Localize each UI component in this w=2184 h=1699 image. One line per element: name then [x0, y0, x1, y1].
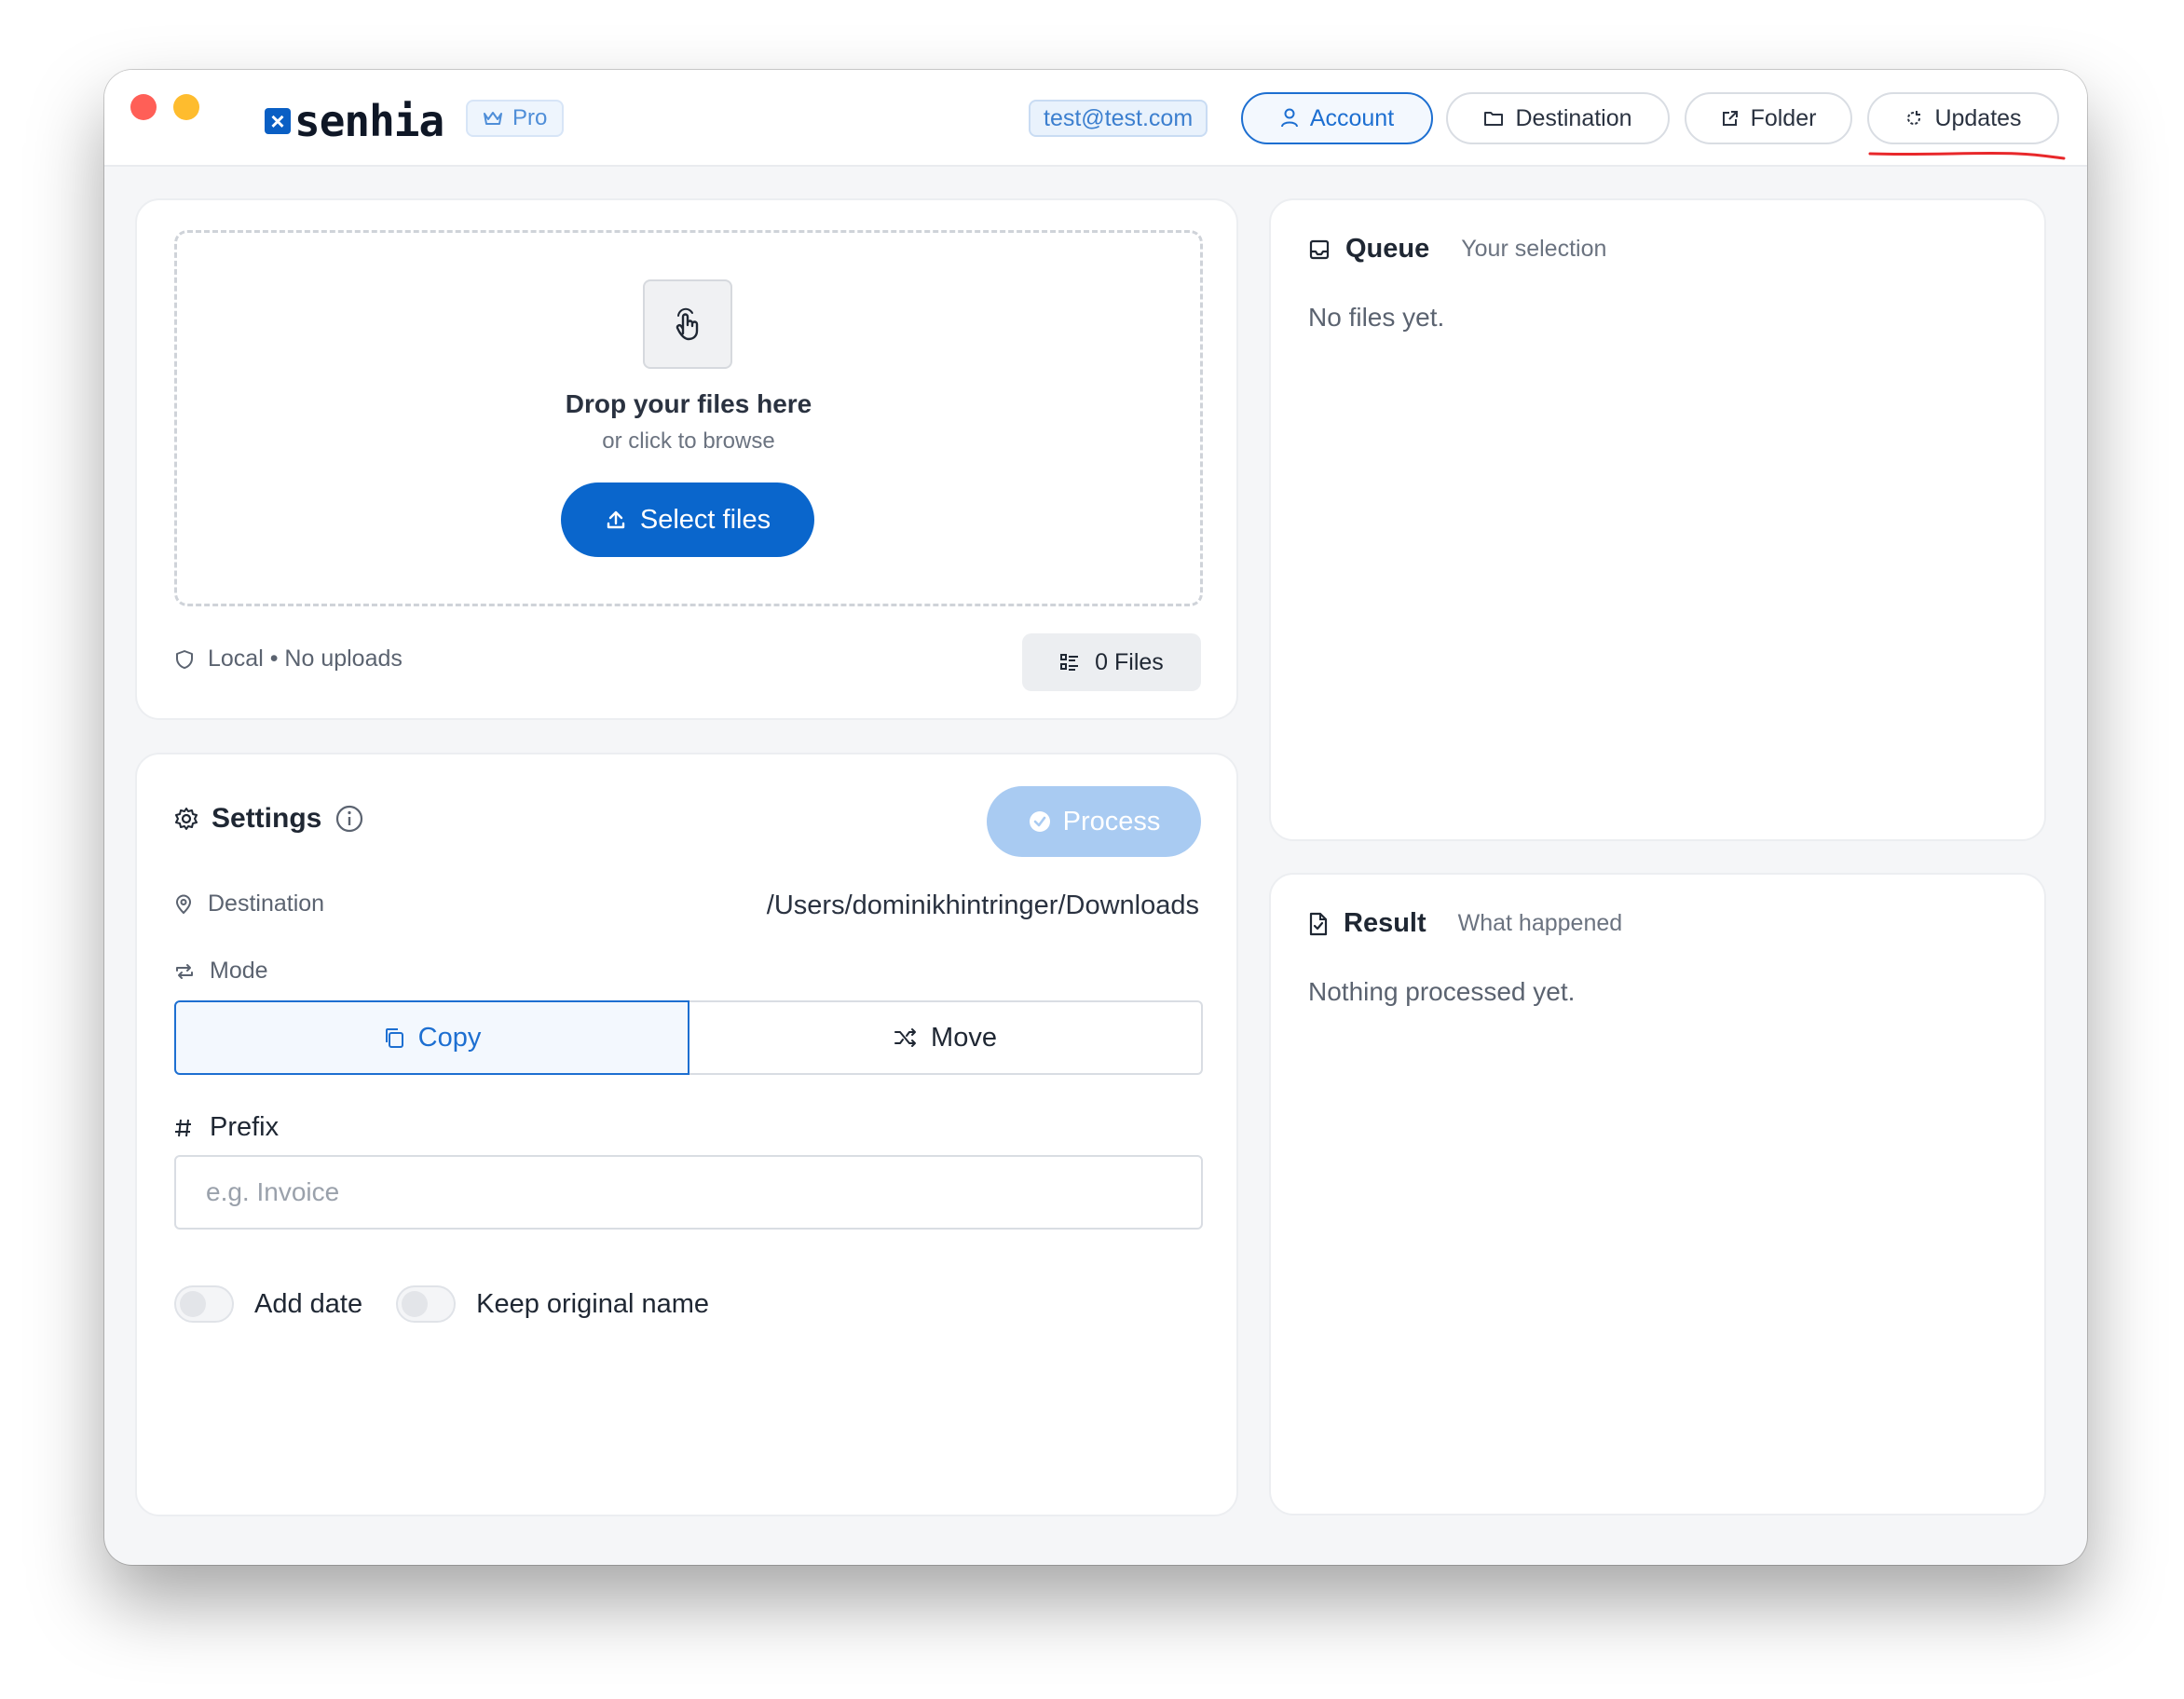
list-icon — [1059, 653, 1080, 672]
file-check-icon — [1308, 912, 1329, 936]
plan-badge: Pro — [466, 100, 565, 137]
external-link-icon — [1721, 109, 1740, 128]
keep-original-name-label: Keep original name — [476, 1288, 709, 1319]
mode-copy-label: Copy — [417, 1022, 482, 1053]
local-info-text: Local • No uploads — [208, 646, 403, 672]
check-circle-icon — [1028, 809, 1052, 834]
user-icon — [1280, 108, 1299, 129]
settings-header: Settings — [174, 803, 364, 835]
prefix-input[interactable] — [174, 1155, 1203, 1230]
shield-icon — [174, 649, 195, 670]
result-card: Result What happened Nothing processed y… — [1269, 873, 2046, 1516]
result-subtitle: What happened — [1457, 910, 1623, 936]
upload-card: Drop your files here or click to browse … — [135, 198, 1238, 720]
hand-pointer-icon — [643, 279, 732, 369]
info-icon[interactable] — [334, 804, 364, 834]
copy-icon — [383, 1026, 405, 1049]
prefix-label-text: Prefix — [210, 1112, 280, 1142]
select-files-label: Select files — [639, 504, 771, 535]
location-pin-icon — [174, 894, 193, 915]
queue-card: Queue Your selection No files yet. — [1269, 198, 2046, 841]
destination-button-label: Destination — [1515, 104, 1632, 131]
refresh-icon — [1904, 109, 1923, 128]
result-title: Result — [1344, 908, 1426, 938]
title-bar: × senhia Pro test@test.com Account Desti… — [104, 70, 2087, 167]
annotation-underline — [1868, 151, 2066, 160]
drop-title: Drop your files here — [565, 389, 812, 418]
prefix-label: Prefix — [174, 1112, 279, 1143]
file-drop-zone[interactable]: Drop your files here or click to browse … — [174, 230, 1203, 606]
open-folder-button[interactable]: Folder — [1685, 92, 1852, 144]
queue-header: Queue Your selection — [1308, 234, 1606, 265]
process-button[interactable]: Process — [987, 786, 1201, 857]
keep-original-name-toggle[interactable] — [396, 1285, 457, 1323]
folder-icon — [1483, 110, 1504, 127]
crown-icon — [483, 110, 503, 127]
mode-label: Mode — [210, 958, 268, 984]
files-count-button[interactable]: 0 Files — [1022, 633, 1201, 691]
settings-title: Settings — [212, 803, 322, 834]
app-window: × senhia Pro test@test.com Account Desti… — [104, 70, 2087, 1565]
process-button-label: Process — [1062, 806, 1161, 836]
minimize-window-button[interactable] — [173, 94, 199, 120]
toggle-knob — [180, 1291, 206, 1317]
destination-row-label: Destination — [174, 890, 324, 917]
files-count-label: 0 Files — [1095, 648, 1164, 675]
option-toggles: Add date Keep original name — [174, 1285, 722, 1323]
queue-subtitle: Your selection — [1461, 236, 1607, 262]
select-files-button[interactable]: Select files — [561, 483, 814, 557]
account-button[interactable]: Account — [1241, 92, 1433, 144]
plan-badge-label: Pro — [512, 105, 548, 130]
destination-label: Destination — [208, 890, 325, 917]
shuffle-icon — [894, 1027, 918, 1048]
add-date-label: Add date — [254, 1288, 363, 1319]
mode-move-label: Move — [931, 1022, 997, 1053]
repeat-icon — [174, 962, 195, 981]
settings-card: Settings Process Destination /Users/domi… — [135, 753, 1238, 1516]
user-email-badge: test@test.com — [1029, 100, 1208, 137]
local-info: Local • No uploads — [174, 646, 403, 673]
mode-copy-button[interactable]: Copy — [174, 1000, 689, 1075]
toggle-knob — [402, 1291, 429, 1317]
folder-button-label: Folder — [1750, 104, 1817, 131]
mode-row-label: Mode — [174, 958, 268, 985]
hash-icon — [174, 1118, 193, 1138]
destination-button[interactable]: Destination — [1446, 92, 1670, 144]
add-date-toggle[interactable] — [174, 1285, 234, 1323]
result-header: Result What happened — [1308, 908, 1622, 939]
gear-icon — [174, 807, 198, 831]
mode-move-button[interactable]: Move — [689, 1000, 1203, 1075]
result-empty-text: Nothing processed yet. — [1308, 977, 1576, 1006]
queue-title: Queue — [1345, 234, 1430, 264]
app-logo: × senhia — [265, 98, 444, 144]
updates-button-label: Updates — [1934, 104, 2022, 131]
inbox-icon — [1308, 238, 1331, 261]
account-button-label: Account — [1309, 104, 1395, 131]
updates-button[interactable]: Updates — [1867, 92, 2059, 144]
logo-text: senhia — [294, 96, 444, 146]
upload-icon — [605, 509, 627, 531]
mode-segmented-control: Copy Move — [174, 1000, 1203, 1075]
destination-path: /Users/dominikhintringer/Downloads — [766, 890, 1199, 920]
close-window-button[interactable] — [130, 94, 157, 120]
queue-empty-text: No files yet. — [1308, 303, 1445, 332]
logo-mark-icon: × — [265, 108, 291, 134]
drop-subtitle: or click to browse — [602, 428, 775, 454]
